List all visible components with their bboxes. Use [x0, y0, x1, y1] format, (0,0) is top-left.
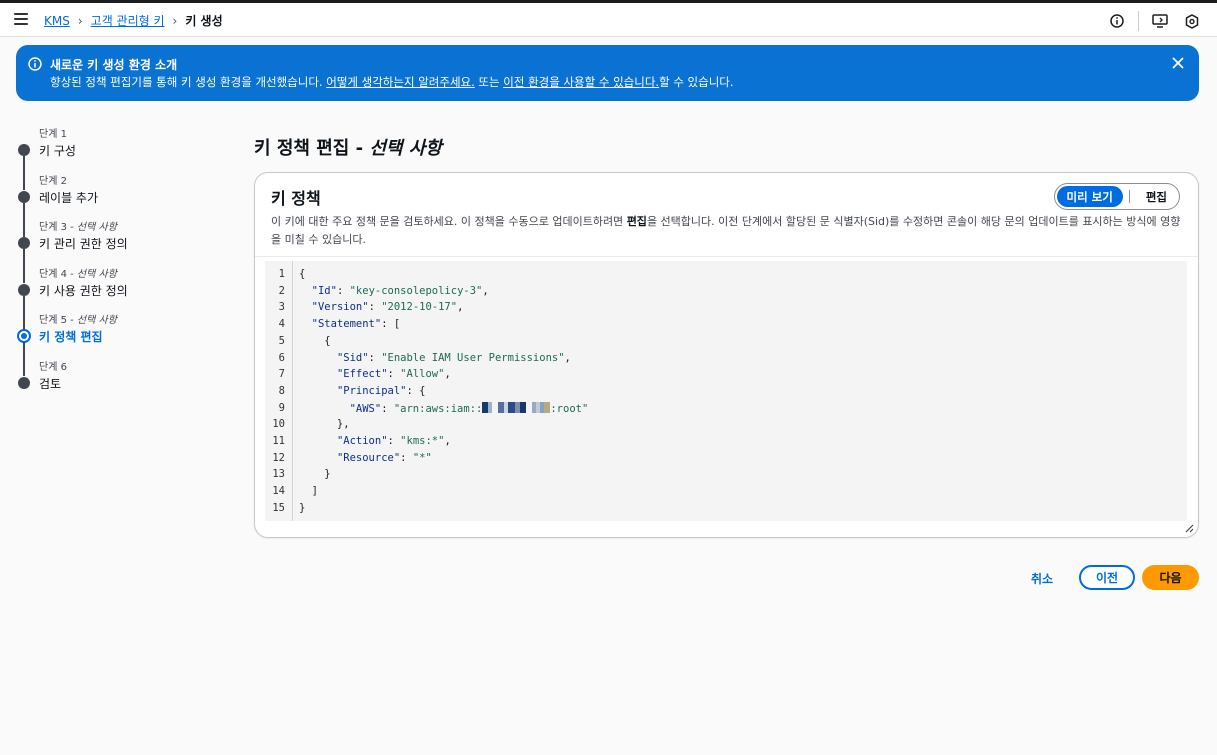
step-number: 단계 1 — [39, 129, 67, 140]
banner-body: 향상된 정책 편집기를 통해 키 생성 환경을 개선했습니다. 어떻게 생각하는… — [50, 74, 734, 90]
code-line: "Resource": "*" — [336, 451, 432, 464]
close-icon[interactable] — [1171, 56, 1185, 70]
panel-title: 키 정책 — [271, 189, 321, 208]
step-indicator-active — [17, 329, 31, 343]
step-indicator — [18, 190, 30, 203]
code-line: "Sid": "Enable IAM User Permissions", — [336, 351, 571, 364]
banner-text: 할 수 있습니다. — [659, 75, 734, 89]
banner-text: 또는 — [474, 75, 504, 89]
info-icon — [28, 57, 42, 71]
step-label[interactable]: 키 사용 권한 정의 — [39, 282, 128, 299]
line-number: 1 — [278, 268, 285, 280]
code-line: } — [299, 468, 331, 481]
top-navigation: KMS › 고객 관리형 키 › 키 생성 — [0, 3, 1217, 37]
code-line: "Action": "kms:*", — [336, 435, 451, 447]
line-number: 7 — [278, 368, 285, 381]
step-number: 단계 6 — [39, 361, 67, 373]
line-number: 2 — [278, 284, 285, 297]
code-line: { — [299, 268, 306, 280]
edit-toggle-button[interactable]: 편집 — [1136, 186, 1177, 207]
wizard-actions: 취소 이전 다음 — [0, 565, 1217, 591]
line-number: 10 — [272, 418, 285, 431]
line-number: 3 — [278, 301, 285, 314]
divider — [255, 256, 1198, 257]
wizard-step: 단계 1 키 구성 — [18, 125, 218, 190]
line-number-gutter: 1 2 3 4 5 6 7 8 9 10 11 12 13 14 15 — [265, 261, 293, 521]
step-indicator — [18, 144, 30, 156]
settings-shield-icon[interactable] — [1183, 12, 1201, 30]
code-line: "Id": "key-consolepolicy-3", — [311, 284, 489, 297]
line-number: 11 — [272, 435, 285, 447]
chevron-right-icon: › — [172, 13, 178, 28]
breadcrumb-kms[interactable]: KMS — [44, 14, 70, 28]
menu-icon[interactable] — [14, 13, 28, 25]
line-number: 5 — [278, 334, 285, 347]
wizard-steps: 단계 1 키 구성 단계 2 레이블 추가 단계 3 - 선택 사항 키 관리 … — [17, 125, 218, 405]
wizard-step: 단계 3 - 선택 사항 키 관리 권한 정의 — [18, 218, 218, 283]
line-number: 6 — [278, 351, 285, 364]
breadcrumb-current: 키 생성 — [185, 14, 223, 28]
step-indicator — [18, 283, 30, 296]
resize-handle-icon[interactable] — [1185, 524, 1194, 533]
code-line: "Version": "2012-10-17", — [311, 301, 464, 314]
key-policy-panel: 키 정책 미리 보기 편집 이 키에 대한 주요 정책 문을 검토하세요. 이 … — [254, 172, 1199, 538]
line-number: 8 — [278, 384, 285, 397]
wizard-step: 단계 2 레이블 추가 — [18, 172, 218, 237]
wizard-step: 단계 4 - 선택 사항 키 사용 권한 정의 — [18, 265, 218, 330]
breadcrumb: KMS › 고객 관리형 키 › 키 생성 — [44, 12, 223, 29]
code-line: }, — [299, 418, 350, 431]
screen-feedback-icon[interactable] — [1151, 12, 1169, 30]
step-label[interactable]: 키 구성 — [39, 142, 76, 159]
feedback-link[interactable]: 어떻게 생각하는지 알려주세요. — [326, 75, 475, 89]
step-number: 단계 5 - 선택 사항 — [39, 315, 117, 326]
line-number: 4 — [278, 318, 285, 331]
divider — [1138, 11, 1139, 31]
previous-button[interactable]: 이전 — [1079, 565, 1135, 590]
wizard-step: 단계 6 검토 — [18, 358, 218, 405]
line-number: 14 — [272, 485, 285, 498]
step-label: 검토 — [39, 376, 62, 391]
policy-code-viewer[interactable]: 1 2 3 4 5 6 7 8 9 10 11 12 13 14 15 { "I… — [265, 261, 1187, 521]
code-line: "Principal": { — [336, 384, 426, 397]
step-indicator — [18, 376, 30, 389]
step-label-active: 키 정책 편집 — [39, 330, 103, 344]
line-number: 13 — [272, 468, 285, 481]
divider — [1128, 190, 1130, 203]
view-mode-toggle: 미리 보기 편집 — [1053, 183, 1180, 210]
next-button[interactable]: 다음 — [1142, 565, 1199, 590]
breadcrumb-customer-managed-keys[interactable]: 고객 관리형 키 — [91, 12, 165, 29]
chevron-right-icon: › — [77, 13, 83, 28]
info-banner: 새로운 키 생성 환경 소개 향상된 정책 편집기를 통해 키 생성 환경을 개… — [16, 45, 1199, 101]
code-line: { — [299, 334, 331, 347]
step-label[interactable]: 키 관리 권한 정의 — [39, 235, 128, 252]
code-line: ] — [299, 485, 318, 498]
top-icons — [1108, 11, 1201, 31]
code-line: "Effect": "Allow", — [336, 368, 451, 381]
info-icon[interactable] — [1108, 12, 1126, 30]
code-line: "AWS": "arn:aws:iam:::root" — [349, 401, 589, 415]
step-number: 단계 4 - 선택 사항 — [39, 268, 117, 280]
line-number: 12 — [272, 451, 285, 464]
redacted-account-id — [482, 401, 551, 413]
step-indicator — [18, 237, 30, 249]
page-title: 키 정책 편집 - 선택 사항 — [254, 138, 442, 159]
line-number: 15 — [272, 501, 285, 514]
code-line: "Statement": [ — [311, 318, 401, 331]
step-number: 단계 3 - 선택 사항 — [39, 222, 117, 233]
panel-description: 이 키에 대한 주요 정책 문을 검토하세요. 이 정책을 수동으로 업데이트하… — [271, 215, 1181, 246]
banner-title: 새로운 키 생성 환경 소개 — [50, 58, 178, 72]
previous-experience-link[interactable]: 이전 환경을 사용할 수 있습니다. — [503, 75, 659, 89]
preview-toggle-button[interactable]: 미리 보기 — [1056, 186, 1123, 207]
step-number: 단계 2 — [39, 175, 67, 187]
cancel-button[interactable]: 취소 — [1031, 570, 1053, 587]
wizard-step-active: 단계 5 - 선택 사항 키 정책 편집 — [17, 311, 218, 376]
code-line: } — [299, 501, 306, 514]
banner-text: 향상된 정책 편집기를 통해 키 생성 환경을 개선했습니다. — [50, 75, 327, 89]
line-number: 9 — [278, 401, 285, 414]
step-label[interactable]: 레이블 추가 — [39, 189, 98, 206]
